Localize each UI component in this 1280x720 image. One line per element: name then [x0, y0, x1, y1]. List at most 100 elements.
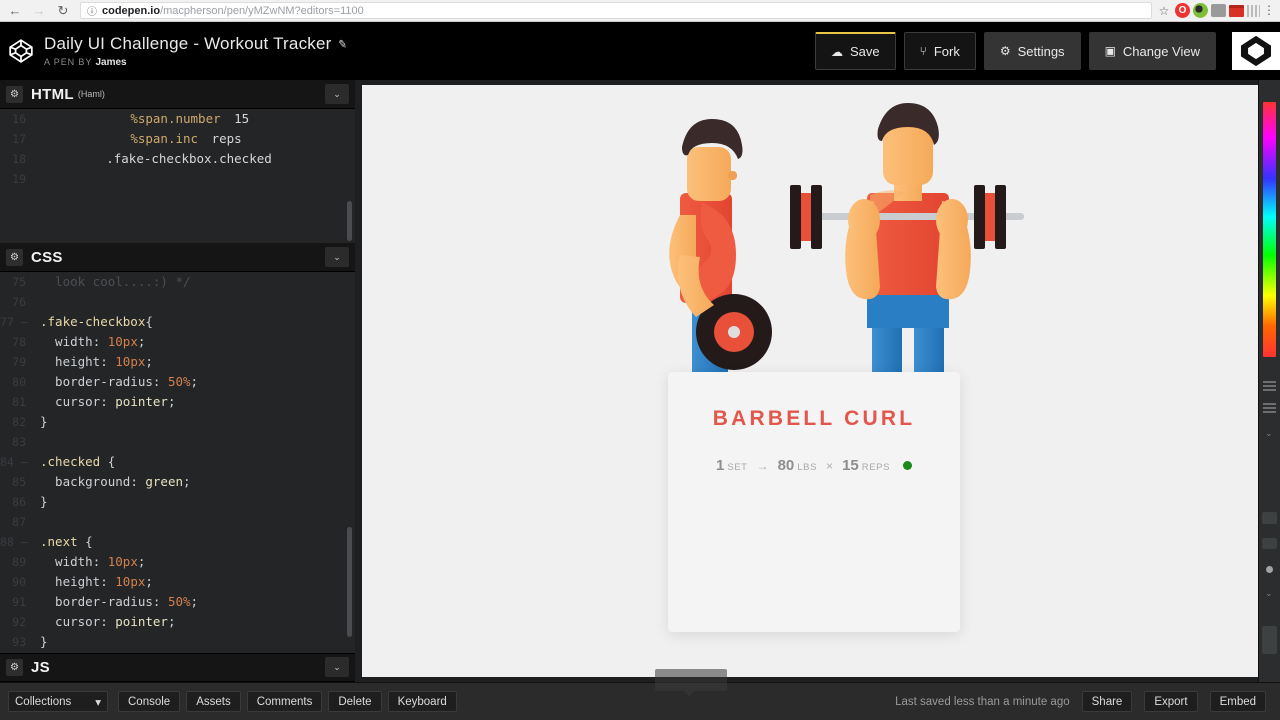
css-scrollbar[interactable] [347, 527, 352, 638]
extension-red-box-icon[interactable] [1229, 4, 1244, 17]
line-number: 92 [12, 615, 26, 630]
reload-icon[interactable]: ↻ [52, 2, 74, 20]
gear-icon[interactable]: ⚙ [6, 85, 23, 103]
assets-label: Assets [196, 695, 231, 708]
line-number: 88 ‒ [0, 535, 28, 550]
line-number: 16 [12, 112, 26, 127]
pen-author-name[interactable]: James [95, 57, 126, 68]
code-line: 90 height: 10px; [0, 572, 355, 592]
comments-button[interactable]: Comments [246, 691, 323, 712]
share-label: Share [1091, 695, 1123, 708]
extension-o-icon[interactable]: O [1175, 3, 1190, 18]
html-panel-title: HTML [31, 85, 74, 103]
js-panel-header: ⚙ JS ⌄ [0, 652, 355, 683]
gear-icon[interactable]: ⚙ [6, 658, 23, 676]
extension-tool-icon[interactable] [1211, 4, 1226, 17]
reps-value: 15 [842, 457, 859, 474]
code-text: look cool....:) */ [40, 274, 191, 290]
line-number: 89 [12, 555, 26, 570]
pen-title-text: Daily UI Challenge - Workout Tracker [44, 34, 332, 53]
browser-menu-icon[interactable]: ⋮ [1263, 4, 1275, 16]
chevron-icon[interactable]: ⌄ [1265, 588, 1273, 599]
chevron-down-icon[interactable]: ⌄ [325, 657, 349, 678]
rail-block[interactable] [1262, 626, 1277, 654]
reps-stat[interactable]: 15 REPS [842, 457, 890, 474]
code-text: cursor: pointer; [40, 614, 176, 630]
fork-icon: ⑂ [919, 44, 927, 58]
chevron-down-icon[interactable]: ⌄ [325, 247, 349, 268]
code-text: } [40, 494, 48, 510]
delete-label: Delete [338, 695, 372, 708]
url-path: /macpherson/pen/yMZwNM?editors=1100 [160, 4, 364, 17]
code-line: 75 look cool....:) */ [0, 272, 355, 292]
code-line: 76 [0, 292, 355, 312]
figure-side-view [669, 119, 772, 385]
line-number: 85 [12, 475, 26, 490]
line-number: 19 [12, 172, 26, 187]
page-info-icon[interactable]: ⓘ [87, 3, 97, 18]
rail-block[interactable] [1262, 538, 1277, 549]
collections-dropdown[interactable]: Collections ▾ [8, 691, 108, 712]
weight-unit: LBS [797, 462, 818, 473]
code-line: 79 height: 10px; [0, 352, 355, 372]
embed-label: Embed [1219, 695, 1256, 708]
save-button[interactable]: ☁ Save [814, 32, 896, 70]
rail-dot-icon[interactable] [1266, 566, 1273, 573]
right-rail: ⌄ ⌄ [1258, 80, 1280, 682]
cloud-icon: ☁ [830, 44, 843, 59]
pencil-icon[interactable]: ✎ [338, 37, 349, 51]
settings-button-label: Settings [1017, 43, 1065, 59]
html-panel-preprocessor: (Haml) [77, 89, 105, 100]
html-scrollbar[interactable] [347, 201, 352, 242]
html-code-editor[interactable]: 16 %span.number 15 17 %span.inc reps 18 .f… [0, 109, 355, 244]
css-code-editor[interactable]: 75 look cool....:) */ 76 77 ‒ .fake-checkbo… [0, 272, 355, 653]
comments-label: Comments [256, 695, 313, 708]
rail-block[interactable] [1262, 512, 1277, 524]
gear-icon[interactable]: ⚙ [6, 248, 23, 266]
fork-button[interactable]: ⑂ Fork [903, 32, 976, 70]
codepen-logo-icon[interactable] [8, 38, 34, 64]
page-title: Daily UI Challenge - Workout Tracker ✎ [44, 34, 349, 54]
chevron-down-icon[interactable]: ⌄ [1265, 428, 1273, 439]
assets-button[interactable]: Assets [186, 691, 241, 712]
sets-stat[interactable]: 1 SET [716, 457, 748, 474]
keyboard-button[interactable]: Keyboard [387, 691, 457, 712]
line-number: 91 [12, 595, 26, 610]
code-text: width: 10px; [40, 554, 146, 570]
preview-iframe[interactable]: BARBELL CURL 1 SET → 80 LBS × 15 REPS [362, 85, 1265, 677]
css-panel-header: ⚙ CSS ⌄ [0, 243, 355, 273]
browser-nav-buttons: ← → ↻ [0, 2, 78, 20]
extension-green-circle-icon[interactable] [1193, 3, 1208, 18]
exercise-name: BARBELL CURL [712, 407, 916, 430]
sets-unit: SET [727, 462, 748, 473]
codepen-home-button[interactable] [1232, 32, 1280, 70]
rail-lines-icon[interactable] [1263, 402, 1276, 413]
forward-arrow-icon[interactable]: → [28, 2, 50, 20]
reps-unit: REPS [861, 462, 891, 473]
fake-checkbox-checked[interactable] [903, 461, 913, 470]
code-text: } [40, 634, 48, 650]
address-bar[interactable]: ⓘ codepen.io/macpherson/pen/yMZwNM?edito… [80, 2, 1152, 19]
embed-button[interactable]: Embed [1209, 691, 1266, 712]
share-button[interactable]: Share [1081, 691, 1133, 712]
rail-lines-icon[interactable] [1263, 380, 1276, 391]
color-picker-hue-strip[interactable] [1263, 102, 1276, 357]
settings-button[interactable]: ⚙ Settings [983, 32, 1081, 70]
tooltip-ghost [655, 669, 727, 696]
back-arrow-icon[interactable]: ← [4, 2, 26, 20]
code-line: 78 width: 10px; [0, 332, 355, 352]
codepen-header: Daily UI Challenge - Workout Tracker ✎ A… [0, 22, 1280, 80]
sets-value: 1 [715, 457, 725, 474]
export-button[interactable]: Export [1144, 691, 1198, 712]
bookmark-star-icon[interactable]: ☆ [1156, 4, 1172, 18]
editor-column: ⚙ HTML (Haml) ⌄ 16 %span.number 15 17 %sp… [0, 80, 355, 683]
change-view-button[interactable]: ▣ Change View [1088, 32, 1216, 70]
url-domain: codepen.io [102, 4, 161, 17]
console-button[interactable]: Console [118, 691, 181, 712]
chevron-down-icon[interactable]: ⌄ [325, 84, 349, 105]
weight-stat[interactable]: 80 LBS [778, 457, 817, 474]
workout-card[interactable]: BARBELL CURL 1 SET → 80 LBS × 15 REPS [668, 372, 960, 632]
extension-bars-icon[interactable] [1247, 4, 1260, 17]
delete-button[interactable]: Delete [328, 691, 382, 712]
